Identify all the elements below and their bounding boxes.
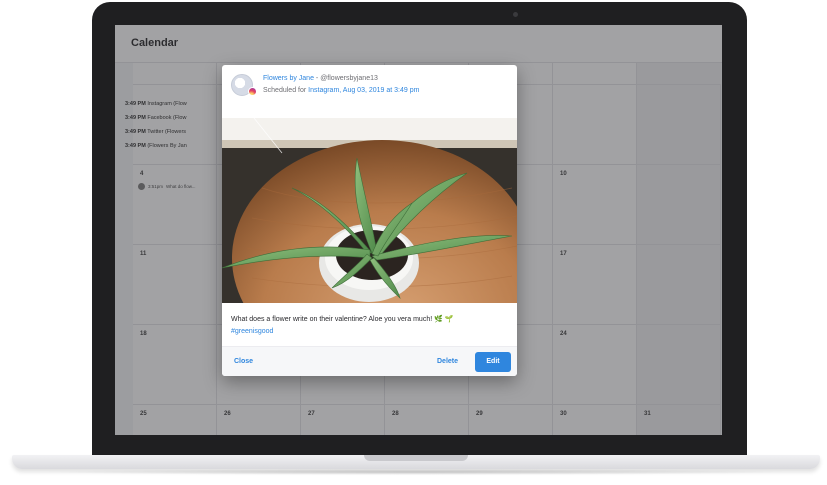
- caption-text: What does a flower write on their valent…: [231, 316, 454, 323]
- camera-dot: [513, 12, 518, 17]
- modal-footer: Close Delete Edit: [222, 346, 517, 376]
- account-handle: - @flowersbyjane13: [313, 75, 378, 82]
- instagram-icon: [248, 87, 257, 96]
- delete-button[interactable]: Delete: [437, 358, 458, 365]
- edit-button[interactable]: Edit: [475, 352, 511, 372]
- modal-header: Flowers by Jane - @flowersbyjane13 Sched…: [222, 65, 517, 118]
- schedule-line: Scheduled for Instagram, Aug 03, 2019 at…: [263, 87, 419, 94]
- caption-hashtag[interactable]: #greenisgood: [231, 326, 511, 338]
- close-button[interactable]: Close: [234, 358, 253, 365]
- schedule-link[interactable]: Instagram, Aug 03, 2019 at 3:49 pm: [308, 87, 419, 94]
- post-caption: What does a flower write on their valent…: [231, 314, 511, 338]
- laptop-notch: [364, 455, 468, 461]
- account-line: Flowers by Jane - @flowersbyjane13: [263, 75, 378, 82]
- post-photo: [222, 118, 517, 303]
- post-preview-modal: Flowers by Jane - @flowersbyjane13 Sched…: [222, 65, 517, 376]
- laptop-base: [12, 455, 820, 469]
- laptop-shadow: [40, 469, 792, 475]
- account-name-link[interactable]: Flowers by Jane: [263, 75, 314, 82]
- schedule-prefix: Scheduled for: [263, 87, 309, 94]
